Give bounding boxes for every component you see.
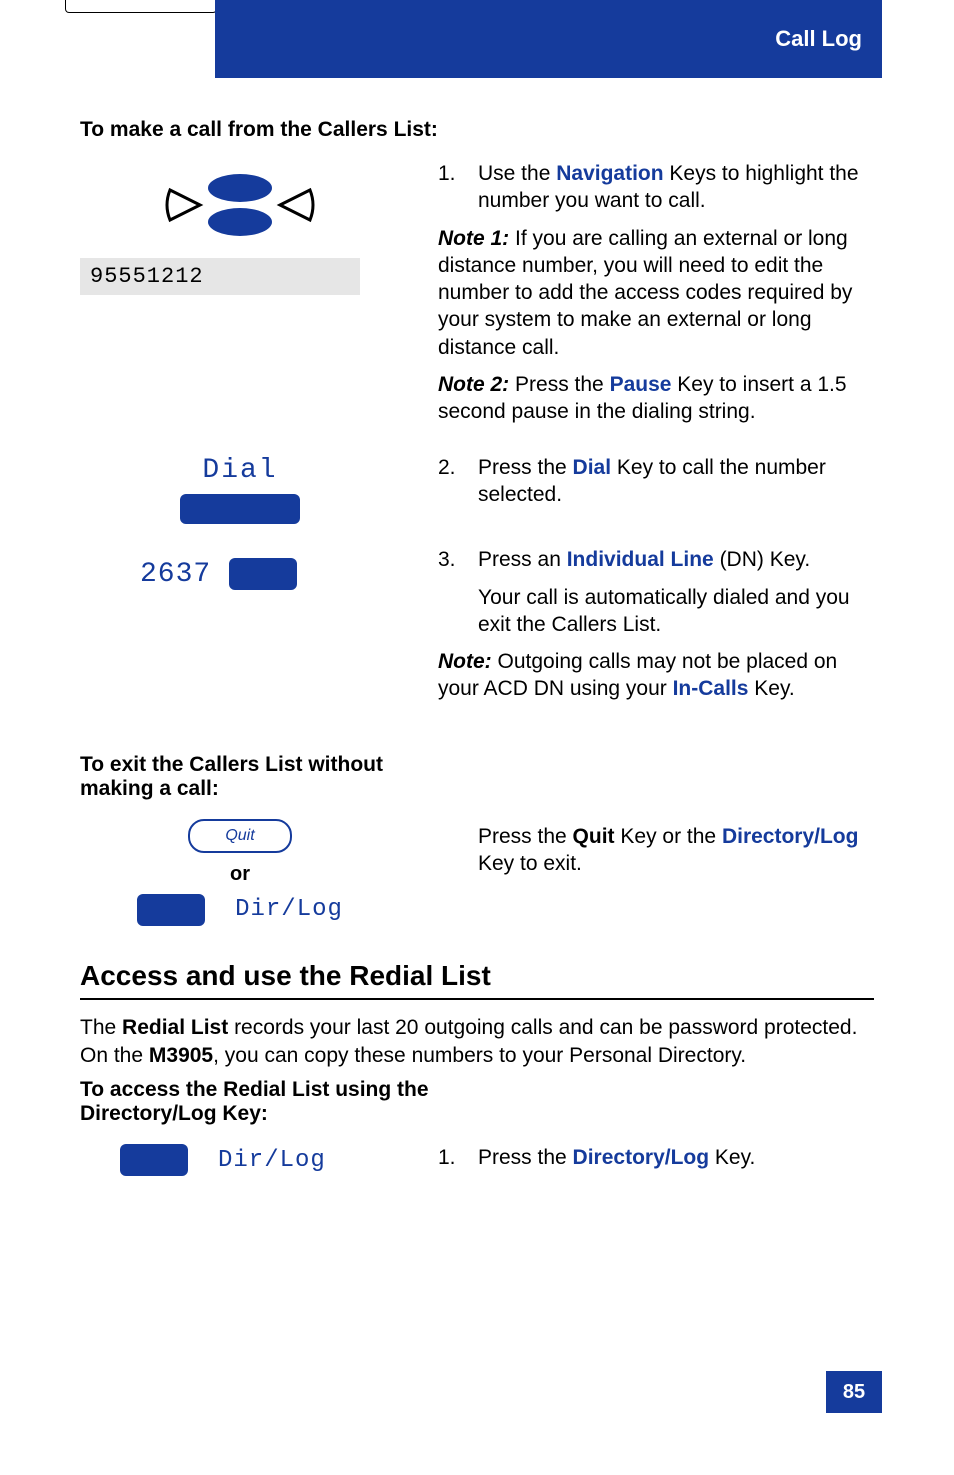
line-key: 2637 (80, 558, 400, 590)
step-number: 1. (438, 1144, 464, 1171)
pause-keyword: Pause (610, 373, 672, 396)
note2-label: Note 2: (438, 373, 509, 396)
navigation-keyword: Navigation (556, 162, 663, 185)
note-1: Note 1: If you are calling an external o… (438, 225, 874, 361)
step1-text: Use the Navigation Keys to highlight the… (478, 160, 874, 215)
header-title: Call Log (215, 0, 882, 78)
lcd-number: 95551212 (90, 264, 204, 289)
step-number: 3. (438, 546, 464, 638)
individual-line-keyword: Individual Line (567, 548, 714, 571)
dial-softkey: Dial (80, 455, 400, 524)
dial-softkey-button-icon (180, 494, 300, 524)
dirlog-key-row-2: Dir/Log (80, 1144, 400, 1176)
m3905-keyword: M3905 (149, 1044, 213, 1067)
note3-label: Note: (438, 650, 492, 673)
sec1-heading: To make a call from the Callers List: (80, 118, 874, 142)
dirlog-button-icon (120, 1144, 188, 1176)
sec3-step1-text: Press the Directory/Log Key. (478, 1144, 874, 1171)
incalls-keyword: In-Calls (673, 677, 749, 700)
dial-keyword: Dial (573, 456, 612, 479)
navigation-key-icon (80, 170, 400, 240)
sec2-heading: To exit the Callers List without making … (80, 753, 410, 801)
lcd-display: 95551212 (80, 258, 360, 295)
line-key-number: 2637 (140, 559, 211, 590)
quit-keyword: Quit (573, 825, 615, 848)
redial-list-keyword: Redial List (122, 1016, 228, 1039)
dirlog-key-row: Dir/Log (137, 894, 343, 926)
header-tab-stub (65, 0, 217, 13)
sec2-right-text: Press the Quit Key or the Directory/Log … (438, 823, 874, 878)
step3-text: Press an Individual Line (DN) Key. Your … (478, 546, 874, 638)
dial-softkey-label: Dial (202, 455, 277, 486)
sec3-heading: Access and use the Redial List (80, 960, 874, 1000)
header-title-text: Call Log (775, 26, 862, 52)
line-key-button-icon (229, 558, 297, 590)
page-number-text: 85 (843, 1381, 865, 1404)
sec3-paragraph: The Redial List records your last 20 out… (80, 1014, 874, 1071)
step-number: 1. (438, 160, 464, 215)
quit-key-label: Quit (225, 827, 254, 845)
quit-key-icon: Quit (188, 819, 292, 853)
note1-label: Note 1: (438, 227, 509, 250)
directory-log-keyword: Directory/Log (573, 1146, 710, 1169)
directory-log-keyword: Directory/Log (722, 825, 859, 848)
note-2: Note 2: Press the Pause Key to insert a … (438, 371, 874, 426)
note-3: Note: Outgoing calls may not be placed o… (438, 648, 874, 703)
step3-sub: Your call is automatically dialed and yo… (478, 584, 874, 639)
step-number: 2. (438, 454, 464, 509)
dirlog-label: Dir/Log (235, 896, 343, 923)
or-text: or (230, 863, 250, 886)
dirlog-label: Dir/Log (218, 1147, 326, 1174)
dirlog-button-icon (137, 894, 205, 926)
sec3-sub-heading: To access the Redial List using the Dire… (80, 1078, 480, 1126)
step2-text: Press the Dial Key to call the number se… (478, 454, 874, 509)
page-number: 85 (826, 1371, 882, 1413)
